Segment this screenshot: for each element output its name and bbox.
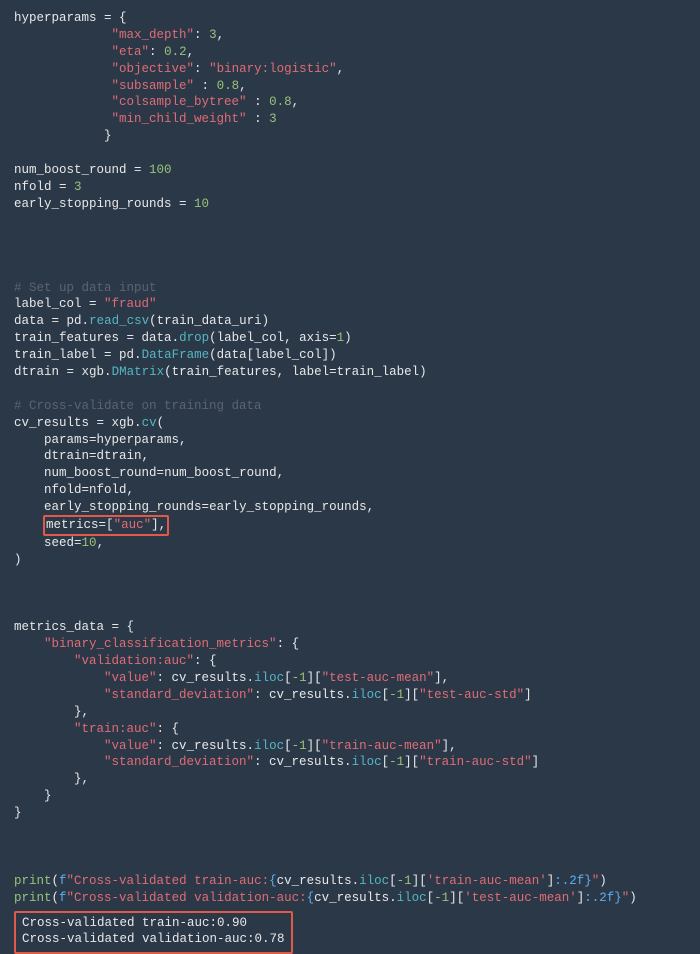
code-line: seed=10, — [14, 536, 104, 550]
code-line: num_boost_round=num_boost_round, — [14, 466, 284, 480]
code-line: "eta": 0.2, — [14, 45, 194, 59]
code-line: dtrain = xgb.DMatrix(train_features, lab… — [14, 365, 427, 379]
code-line: nfold = 3 — [14, 180, 82, 194]
code-line: train_label = pd.DataFrame(data[label_co… — [14, 348, 337, 362]
code-line: "binary_classification_metrics": { — [14, 637, 299, 651]
code-block: hyperparams = { "max_depth": 3, "eta": 0… — [14, 10, 686, 907]
code-line: train_features = data.drop(label_col, ax… — [14, 331, 352, 345]
code-line: num_boost_round = 100 — [14, 163, 172, 177]
code-line: metrics_data = { — [14, 620, 134, 634]
highlight-box-output: Cross-validated train-auc:0.90 Cross-val… — [14, 911, 293, 954]
code-line: metrics=["auc"], — [14, 518, 168, 532]
code-line: "subsample" : 0.8, — [14, 79, 247, 93]
highlight-box-metrics: metrics=["auc"], — [43, 515, 169, 536]
code-line: label_col = "fraud" — [14, 297, 157, 311]
output-block: Cross-validated train-auc:0.90 Cross-val… — [22, 915, 285, 949]
code-line: ) — [14, 553, 22, 567]
code-line: } — [14, 789, 52, 803]
code-line: early_stopping_rounds=early_stopping_rou… — [14, 500, 374, 514]
code-line: data = pd.read_csv(train_data_uri) — [14, 314, 269, 328]
code-line: "colsample_bytree" : 0.8, — [14, 95, 299, 109]
code-line: hyperparams = { — [14, 11, 127, 25]
code-line: print(f"Cross-validated validation-auc:{… — [14, 891, 637, 905]
code-line: } — [14, 129, 112, 143]
code-line: nfold=nfold, — [14, 483, 134, 497]
code-line: } — [14, 806, 22, 820]
code-line: "objective": "binary:logistic", — [14, 62, 344, 76]
code-line: }, — [14, 772, 89, 786]
code-line: }, — [14, 705, 89, 719]
code-line: params=hyperparams, — [14, 433, 187, 447]
code-line: "value": cv_results.iloc[-1]["test-auc-m… — [14, 671, 449, 685]
code-line: early_stopping_rounds = 10 — [14, 197, 209, 211]
code-line: cv_results = xgb.cv( — [14, 416, 164, 430]
code-line: "max_depth": 3, — [14, 28, 224, 42]
output-line: Cross-validated train-auc:0.90 — [22, 916, 247, 930]
code-line: "value": cv_results.iloc[-1]["train-auc-… — [14, 739, 457, 753]
code-line: "min_child_weight" : 3 — [14, 112, 277, 126]
code-line: "standard_deviation": cv_results.iloc[-1… — [14, 688, 532, 702]
code-line: "train:auc": { — [14, 722, 179, 736]
output-line: Cross-validated validation-auc:0.78 — [22, 932, 285, 946]
code-line: dtrain=dtrain, — [14, 449, 149, 463]
code-line: "validation:auc": { — [14, 654, 217, 668]
comment: # Set up data input — [14, 281, 157, 295]
code-line: "standard_deviation": cv_results.iloc[-1… — [14, 755, 539, 769]
comment: # Cross-validate on training data — [14, 399, 262, 413]
code-line: print(f"Cross-validated train-auc:{cv_re… — [14, 874, 607, 888]
